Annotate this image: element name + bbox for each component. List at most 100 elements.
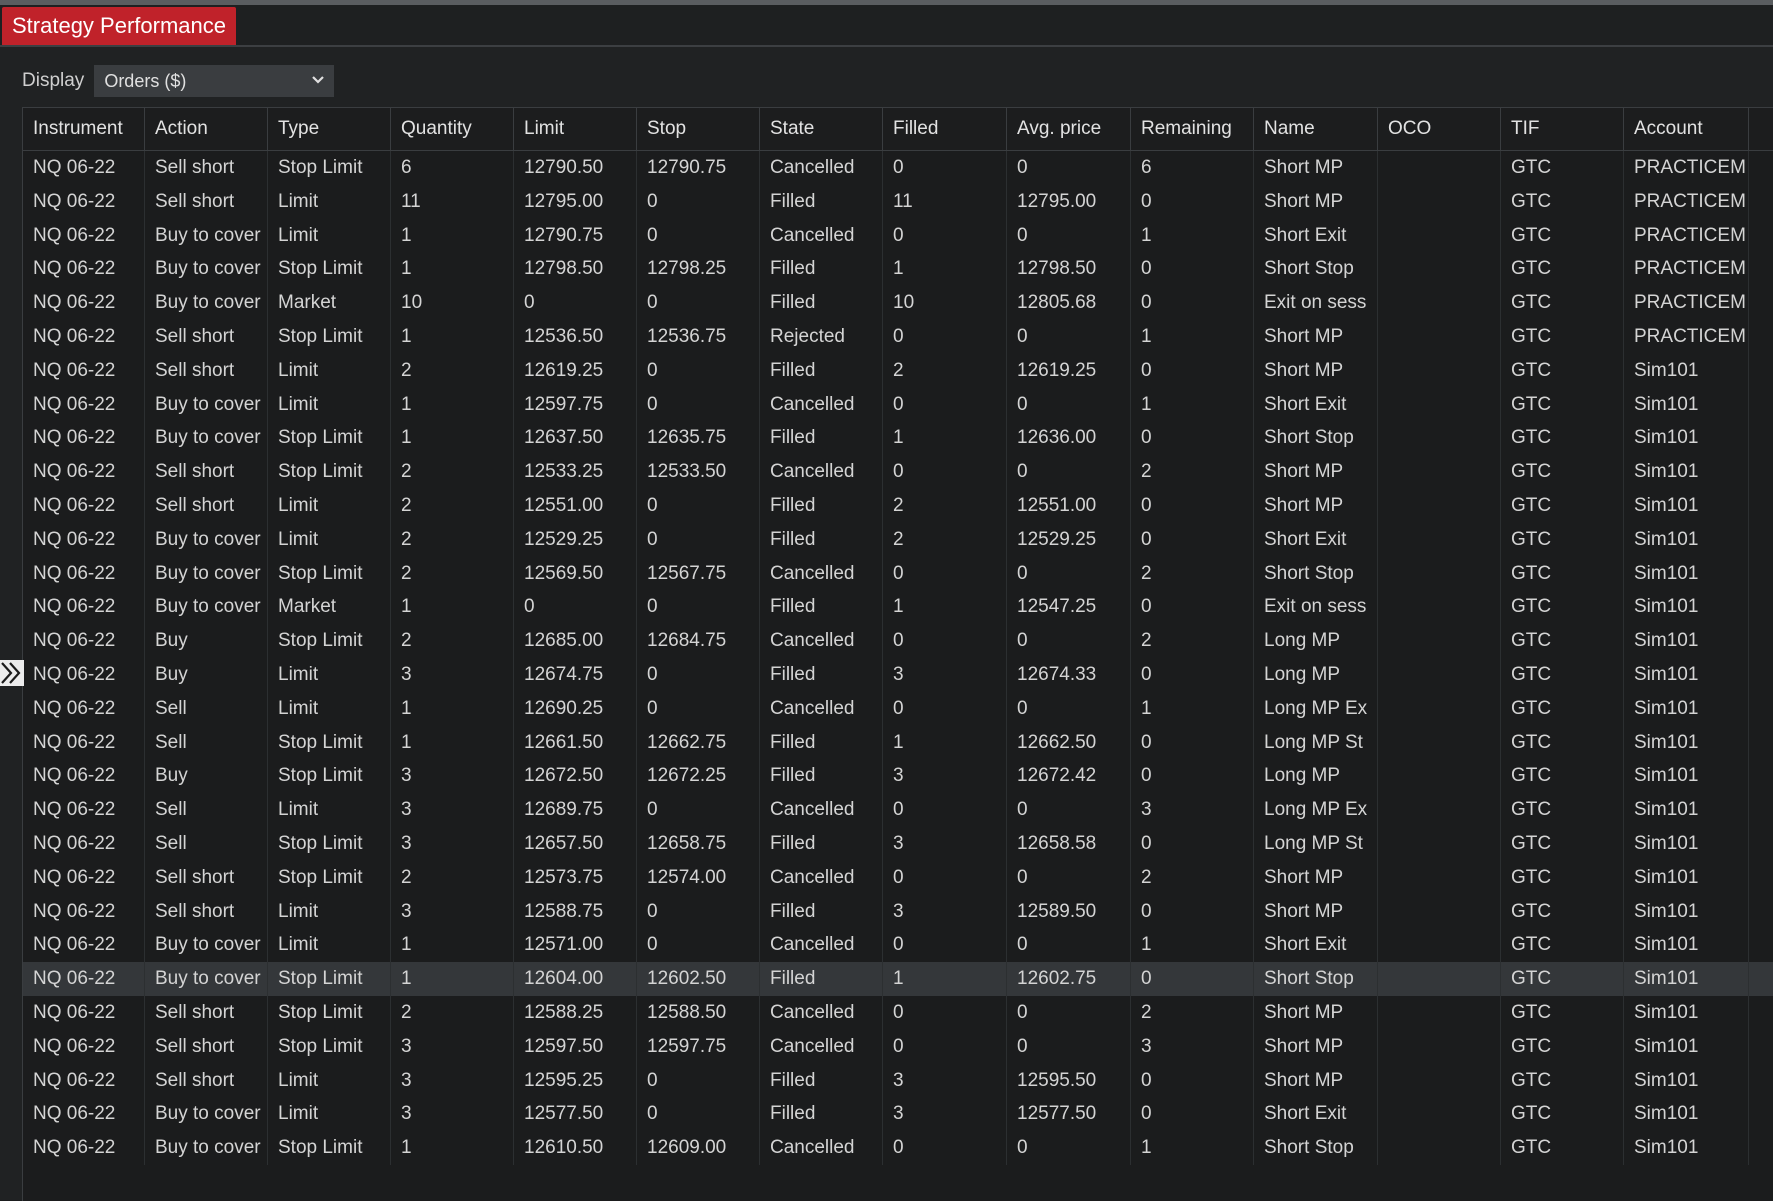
table-cell: [1378, 522, 1501, 557]
table-row[interactable]: NQ 06-22 Sell short Limit 3 12595.25 0 Filled 3…: [23, 1063, 1773, 1098]
column-header-tif[interactable]: TIF: [1501, 108, 1624, 150]
table-cell: Short Exit: [1254, 218, 1378, 253]
table-row[interactable]: NQ 06-22 Buy to cover Stop Limit 2 12569.50 1…: [23, 556, 1773, 591]
table-cell: 0: [1131, 488, 1254, 523]
table-row[interactable]: NQ 06-22 Sell Limit 1 12690.25 0 Cancelled 0 0 1 L…: [23, 691, 1773, 726]
table-cell: 0: [1131, 522, 1254, 557]
column-header-avg-price[interactable]: Avg. price: [1007, 108, 1131, 150]
table-cell: 0: [883, 455, 1007, 489]
table-cell: 12662.75: [637, 725, 760, 760]
table-cell: Cancelled: [760, 455, 883, 489]
table-cell: 12536.75: [637, 319, 760, 354]
table-row[interactable]: NQ 06-22 Buy to cover Stop Limit 1 12798.50 1…: [23, 252, 1773, 287]
table-row[interactable]: NQ 06-22 Buy to cover Limit 1 12571.00 0 Cance…: [23, 928, 1773, 963]
table-cell: Buy to cover: [145, 928, 268, 963]
table-cell: Short MP: [1254, 860, 1378, 895]
table-row[interactable]: NQ 06-22 Buy to cover Limit 2 12529.25 0 Fille…: [23, 522, 1773, 557]
table-cell: Sim101: [1624, 691, 1749, 726]
table-cell: GTC: [1501, 691, 1624, 726]
table-row[interactable]: NQ 06-22 Sell short Limit 3 12588.75 0 Filled 3…: [23, 894, 1773, 929]
table-cell: 12573.75: [514, 860, 637, 895]
table-cell: Cancelled: [760, 151, 883, 185]
table-cell: NQ 06-22: [23, 657, 145, 692]
table-row[interactable]: NQ 06-22 Buy Stop Limit 3 12672.50 12672.25 Fi…: [23, 759, 1773, 794]
table-cell: NQ 06-22: [23, 759, 145, 794]
table-row[interactable]: NQ 06-22 Buy Stop Limit 2 12685.00 12684.75 Ca…: [23, 624, 1773, 658]
table-row[interactable]: NQ 06-22 Buy to cover Market 1 0 0 Filled 1 1254…: [23, 590, 1773, 625]
table-row[interactable]: NQ 06-22 Sell short Stop Limit 2 12573.75 125…: [23, 860, 1773, 895]
column-header-oco[interactable]: OCO: [1378, 108, 1501, 150]
table-row[interactable]: NQ 06-22 Sell short Stop Limit 1 12536.50 125…: [23, 319, 1773, 354]
column-header-state[interactable]: State: [760, 108, 883, 150]
table-row[interactable]: NQ 06-22 Buy to cover Limit 1 12790.75 0 Cance…: [23, 218, 1773, 253]
column-header-filled[interactable]: Filled: [883, 108, 1007, 150]
table-cell: Long MP Ex: [1254, 691, 1378, 726]
table-row[interactable]: NQ 06-22 Buy to cover Limit 3 12577.50 0 Fille…: [23, 1097, 1773, 1132]
table-cell: GTC: [1501, 793, 1624, 827]
row-expand-icon[interactable]: [0, 660, 24, 686]
column-header-action[interactable]: Action: [145, 108, 268, 150]
table-row[interactable]: NQ 06-22 Sell short Stop Limit 3 12597.50 125…: [23, 1029, 1773, 1064]
table-row[interactable]: NQ 06-22 Sell short Limit 2 12551.00 0 Filled 2…: [23, 488, 1773, 523]
table-cell: Sim101: [1624, 725, 1749, 760]
tab-strategy-performance[interactable]: Strategy Performance: [2, 7, 236, 45]
column-header-quantity[interactable]: Quantity: [391, 108, 514, 150]
column-header-remaining[interactable]: Remaining: [1131, 108, 1254, 150]
table-cell: 0: [883, 556, 1007, 591]
table-cell: 12551.00: [514, 488, 637, 523]
table-cell: Sim101: [1624, 995, 1749, 1030]
table-row[interactable]: NQ 06-22 Sell short Limit 2 12619.25 0 Filled 2…: [23, 353, 1773, 388]
table-cell: GTC: [1501, 860, 1624, 895]
table-cell: 12610.50: [514, 1131, 637, 1165]
table-cell: [1378, 793, 1501, 827]
table-row[interactable]: NQ 06-22 Sell Limit 3 12689.75 0 Cancelled 0 0 3 L…: [23, 793, 1773, 827]
table-row[interactable]: NQ 06-22 Buy to cover Limit 1 12597.75 0 Cance…: [23, 387, 1773, 422]
table-cell: 0: [1131, 759, 1254, 794]
table-cell: Sim101: [1624, 1063, 1749, 1098]
tab-bar: Strategy Performance: [0, 5, 1773, 47]
table-cell: Sim101: [1624, 793, 1749, 827]
table-row[interactable]: NQ 06-22 Buy to cover Stop Limit 1 12610.50 1…: [23, 1131, 1773, 1165]
table-cell: Filled: [760, 1063, 883, 1098]
table-row[interactable]: NQ 06-22 Sell Stop Limit 3 12657.50 12658.75 F…: [23, 826, 1773, 861]
table-cell: 3: [883, 657, 1007, 692]
table-cell: Limit: [268, 522, 391, 557]
table-cell: Limit: [268, 1063, 391, 1098]
table-row[interactable]: NQ 06-22 Buy Limit 3 12674.75 0 Filled 3 12674.3…: [23, 657, 1773, 692]
column-header-instrument[interactable]: Instrument: [23, 108, 145, 150]
table-cell: Limit: [268, 928, 391, 963]
table-cell: Market: [268, 286, 391, 320]
table-cell: Short Stop: [1254, 962, 1378, 996]
table-row[interactable]: NQ 06-22 Sell short Stop Limit 2 12588.25 125…: [23, 995, 1773, 1030]
table-cell: 12674.75: [514, 657, 637, 692]
table-cell: 2: [391, 995, 514, 1030]
table-row[interactable]: NQ 06-22 Sell short Stop Limit 2 12533.25 125…: [23, 455, 1773, 489]
table-cell: 3: [883, 1063, 1007, 1098]
table-cell: 3: [391, 759, 514, 794]
table-row[interactable]: NQ 06-22 Buy to cover Market 10 0 0 Filled 10 12…: [23, 286, 1773, 320]
table-cell: Filled: [760, 1097, 883, 1132]
table-cell: Short MP: [1254, 894, 1378, 929]
table-cell: Filled: [760, 725, 883, 760]
table-row[interactable]: NQ 06-22 Sell short Limit 11 12795.00 0 Filled…: [23, 184, 1773, 219]
column-header-limit[interactable]: Limit: [514, 108, 637, 150]
table-cell: Limit: [268, 1097, 391, 1132]
column-header-account[interactable]: Account: [1624, 108, 1749, 150]
table-cell: Sell short: [145, 488, 268, 523]
table-cell: 0: [1007, 860, 1131, 895]
table-cell: Limit: [268, 894, 391, 929]
table-row[interactable]: NQ 06-22 Buy to cover Stop Limit 1 12604.00 1…: [23, 962, 1773, 996]
table-row[interactable]: NQ 06-22 Buy to cover Stop Limit 1 12637.50 1…: [23, 421, 1773, 456]
column-header-name[interactable]: Name: [1254, 108, 1378, 150]
display-select[interactable]: Orders ($): [94, 65, 335, 97]
table-cell: Stop Limit: [268, 995, 391, 1030]
table-cell: GTC: [1501, 455, 1624, 489]
table-cell: 12533.25: [514, 455, 637, 489]
column-header-stop[interactable]: Stop: [637, 108, 760, 150]
table-cell: Cancelled: [760, 1029, 883, 1064]
column-header-type[interactable]: Type: [268, 108, 391, 150]
orders-grid[interactable]: Instrument Action Type Quantity Limit Stop Sta…: [22, 107, 1773, 1201]
table-cell: Sim101: [1624, 624, 1749, 658]
table-row[interactable]: NQ 06-22 Sell Stop Limit 1 12661.50 12662.75 F…: [23, 725, 1773, 760]
table-row[interactable]: NQ 06-22 Sell short Stop Limit 6 12790.50 127…: [23, 151, 1773, 185]
